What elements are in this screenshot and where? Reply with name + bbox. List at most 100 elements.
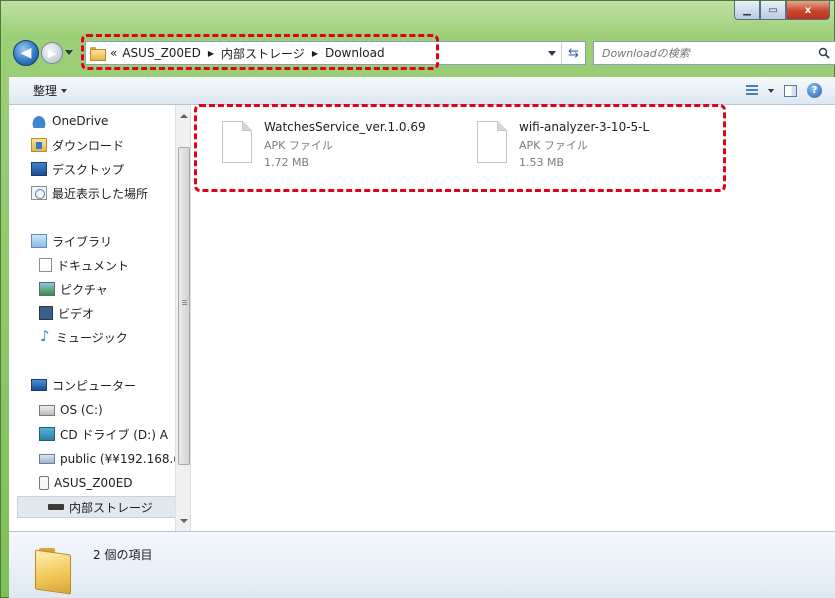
sidebar-item-label: ミュージック <box>56 330 128 345</box>
scroll-up-arrow-icon[interactable] <box>180 114 188 118</box>
grip-icon <box>182 300 187 306</box>
sidebar-item-onedrive[interactable]: OneDrive <box>31 110 108 132</box>
sidebar-item-pictures[interactable]: ピクチャ <box>39 278 108 300</box>
scroll-down-arrow-icon[interactable] <box>180 519 188 523</box>
file-size: 1.72 MB <box>264 156 310 169</box>
sidebar-item-videos[interactable]: ビデオ <box>39 302 94 324</box>
storage-icon <box>48 504 64 510</box>
file-info: WatchesService_ver.1.0.69 APK ファイル 1.72 … <box>264 119 426 181</box>
sidebar-item-label: ピクチャ <box>60 282 108 297</box>
refresh-button[interactable]: ⇆ <box>561 42 585 64</box>
sidebar-item-asus-device[interactable]: ASUS_Z00ED <box>39 472 133 494</box>
back-arrow-icon: ◀ <box>20 45 32 61</box>
close-button[interactable]: x <box>786 1 830 20</box>
organize-label: 整理 <box>33 84 58 98</box>
explorer-window: ▁ ▭ x ◀ ▶ « ASUS_Z00ED ▶ 内部ストレージ ▶ Downl… <box>0 0 835 598</box>
file-icon <box>222 121 252 163</box>
scrollbar-thumb[interactable] <box>178 147 190 465</box>
portable-device-icon <box>39 476 49 490</box>
sidebar-item-desktop[interactable]: デスクトップ <box>31 158 124 180</box>
help-icon[interactable]: ? <box>807 83 822 98</box>
sidebar-item-label: ドキュメント <box>57 258 130 273</box>
cd-drive-icon <box>39 427 55 441</box>
desktop-icon <box>31 162 47 176</box>
minimize-button[interactable]: ▁ <box>734 1 760 20</box>
computer-icon <box>31 379 47 391</box>
pictures-icon <box>39 282 55 296</box>
sidebar-item-label: OS (C:) <box>60 403 103 417</box>
navigation-row: ◀ ▶ « ASUS_Z00ED ▶ 内部ストレージ ▶ Download ⇆ <box>1 37 835 67</box>
file-name: wifi-analyzer-3-10-5-L <box>519 120 650 134</box>
videos-icon <box>39 306 53 320</box>
maximize-button[interactable]: ▭ <box>760 1 786 20</box>
sidebar-item-cd-drive[interactable]: CD ドライブ (D:) A <box>39 423 168 445</box>
documents-icon <box>39 258 52 272</box>
toolbar-right: ? <box>746 83 822 98</box>
chevron-down-icon <box>61 88 68 93</box>
breadcrumb-device[interactable]: ASUS_Z00ED <box>122 46 201 60</box>
library-icon <box>31 234 47 248</box>
breadcrumb-separator-icon[interactable]: ▶ <box>312 49 318 58</box>
sidebar-item-label: OneDrive <box>52 114 109 128</box>
item-count: 2 個の項目 <box>93 548 153 562</box>
file-type: APK ファイル <box>264 139 333 152</box>
file-item[interactable]: wifi-analyzer-3-10-5-L APK ファイル 1.53 MB <box>477 119 649 181</box>
recent-places-icon <box>31 186 47 200</box>
recent-pages-dropdown[interactable] <box>65 50 73 55</box>
explorer-body: OneDrive ダウンロード デスクトップ 最近表示した場所 ライブラリ ドキ… <box>9 105 835 531</box>
address-history-dropdown[interactable] <box>543 42 561 64</box>
sidebar-item-downloads[interactable]: ダウンロード <box>31 134 124 156</box>
breadcrumb-storage[interactable]: 内部ストレージ <box>221 45 305 62</box>
search-input[interactable] <box>602 46 807 60</box>
folder-icon <box>35 548 75 588</box>
sidebar-item-label: CD ドライブ (D:) A <box>60 427 168 442</box>
sidebar-item-libraries[interactable]: ライブラリ <box>31 230 112 252</box>
file-info: wifi-analyzer-3-10-5-L APK ファイル 1.53 MB <box>519 119 649 181</box>
network-drive-icon <box>39 454 55 464</box>
window-controls: ▁ ▭ x <box>734 1 830 21</box>
hard-drive-icon <box>39 404 55 416</box>
sidebar-item-label: デスクトップ <box>52 162 125 177</box>
breadcrumb-separator-icon[interactable]: ▶ <box>208 49 214 58</box>
forward-arrow-icon: ▶ <box>47 46 57 60</box>
file-type: APK ファイル <box>519 139 588 152</box>
command-bar: 整理 ? <box>9 77 835 105</box>
sidebar-item-internal-storage[interactable]: 内部ストレージ <box>17 496 177 518</box>
change-view-icon[interactable] <box>746 84 758 97</box>
search-box[interactable] <box>593 41 835 65</box>
sidebar-item-label: public (¥¥192.168.( <box>60 452 178 466</box>
forward-button[interactable]: ▶ <box>41 42 63 64</box>
sidebar-item-label: コンピューター <box>52 378 137 393</box>
back-button[interactable]: ◀ <box>13 40 39 66</box>
cloud-icon <box>31 114 47 128</box>
view-options-dropdown[interactable] <box>768 88 774 93</box>
file-name: WatchesService_ver.1.0.69 <box>264 120 426 134</box>
file-item[interactable]: WatchesService_ver.1.0.69 APK ファイル 1.72 … <box>222 119 426 181</box>
music-icon <box>39 327 51 345</box>
sidebar-item-public-share[interactable]: public (¥¥192.168.( <box>39 448 178 470</box>
sidebar-item-label: 内部ストレージ <box>69 500 153 515</box>
title-bar: ▁ ▭ x <box>1 1 835 31</box>
sidebar-item-label: 最近表示した場所 <box>52 186 149 201</box>
address-bar[interactable]: « ASUS_Z00ED ▶ 内部ストレージ ▶ Download ⇆ <box>85 41 586 65</box>
sidebar-item-label: ビデオ <box>58 306 95 321</box>
navigation-pane: OneDrive ダウンロード デスクトップ 最近表示した場所 ライブラリ ドキ… <box>9 105 191 531</box>
sidebar-item-computer[interactable]: コンピューター <box>31 374 136 396</box>
file-list: WatchesService_ver.1.0.69 APK ファイル 1.72 … <box>192 105 835 531</box>
sidebar-item-recent-places[interactable]: 最近表示した場所 <box>31 182 148 204</box>
file-icon <box>477 121 507 163</box>
folder-icon <box>90 47 106 61</box>
preview-pane-icon[interactable] <box>784 84 797 97</box>
breadcrumb-overflow[interactable]: « <box>110 46 117 60</box>
sidebar-item-label: ダウンロード <box>52 138 125 153</box>
refresh-icon: ⇆ <box>568 45 579 61</box>
sidebar-item-label: ASUS_Z00ED <box>54 476 133 490</box>
breadcrumb-download[interactable]: Download <box>325 46 385 60</box>
search-icon[interactable] <box>813 47 835 59</box>
organize-menu-button[interactable]: 整理 <box>33 82 68 99</box>
sidebar-item-music[interactable]: ミュージック <box>39 326 128 348</box>
sidebar-item-os-drive[interactable]: OS (C:) <box>39 399 103 421</box>
navigation-scrollbar[interactable] <box>175 105 190 531</box>
sidebar-item-documents[interactable]: ドキュメント <box>39 254 129 276</box>
details-pane: 2 個の項目 <box>9 531 835 598</box>
